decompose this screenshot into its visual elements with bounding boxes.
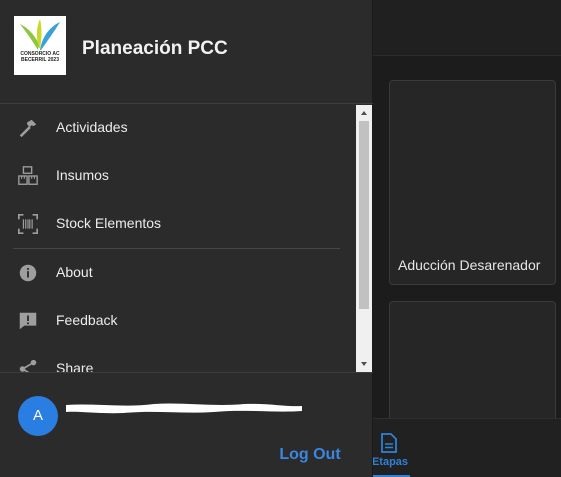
- menu-item-label: Stock Elementos: [56, 215, 162, 231]
- menu-item-label: Insumos: [56, 167, 109, 183]
- company-logo: CONSORCIO AC BECERRIL 2023: [14, 16, 66, 75]
- boxes-icon: [18, 166, 38, 185]
- menu-item-label: About: [56, 264, 93, 280]
- drawer-footer: A Log Out: [0, 372, 373, 477]
- stage-card-title: Aducción Desarenador: [398, 257, 541, 273]
- logo-leaf-icon: [20, 19, 60, 50]
- info-icon: [19, 264, 37, 282]
- barcode-scan-icon: [18, 214, 38, 234]
- feedback-icon: [19, 312, 37, 330]
- redacted-user-name: [66, 403, 302, 414]
- drawer-header: CONSORCIO AC BECERRIL 2023 Planeación PCC: [0, 0, 373, 104]
- menu-item-about[interactable]: About: [0, 250, 356, 294]
- menu-scrollbar[interactable]: [356, 105, 372, 372]
- menu-item-insumos[interactable]: Insumos: [0, 153, 356, 197]
- logo-text: CONSORCIO AC BECERRIL 2023: [20, 51, 60, 63]
- hammer-icon: [19, 119, 37, 138]
- share-icon: [19, 359, 37, 372]
- avatar: A: [18, 396, 58, 436]
- scroll-down-arrow-icon[interactable]: [356, 356, 372, 372]
- menu-item-feedback[interactable]: Feedback: [0, 298, 356, 342]
- app-title: Planeación PCC: [82, 38, 228, 59]
- drawer-menu: Actividades Insumos Stock Elementos Abou…: [0, 105, 356, 372]
- document-icon: [381, 433, 397, 453]
- bottom-nav-etapas-label: Etapas: [371, 456, 409, 468]
- stage-card[interactable]: [389, 301, 556, 431]
- stage-card[interactable]: Aducción Desarenador: [389, 80, 556, 285]
- navigation-drawer: CONSORCIO AC BECERRIL 2023 Planeación PCC…: [0, 0, 373, 477]
- menu-item-label: Actividades: [56, 119, 128, 135]
- menu-item-label: Feedback: [56, 312, 118, 328]
- menu-divider: [13, 248, 340, 249]
- scroll-up-arrow-icon[interactable]: [356, 105, 372, 121]
- scrollbar-thumb[interactable]: [359, 121, 369, 309]
- menu-item-actividades[interactable]: Actividades: [0, 105, 356, 149]
- menu-item-label: Share: [56, 360, 94, 372]
- logout-button[interactable]: Log Out: [268, 442, 352, 468]
- menu-item-stock-elementos[interactable]: Stock Elementos: [0, 201, 356, 245]
- bottom-nav-etapas[interactable]: Etapas: [370, 418, 410, 477]
- menu-item-share[interactable]: Share: [0, 346, 356, 372]
